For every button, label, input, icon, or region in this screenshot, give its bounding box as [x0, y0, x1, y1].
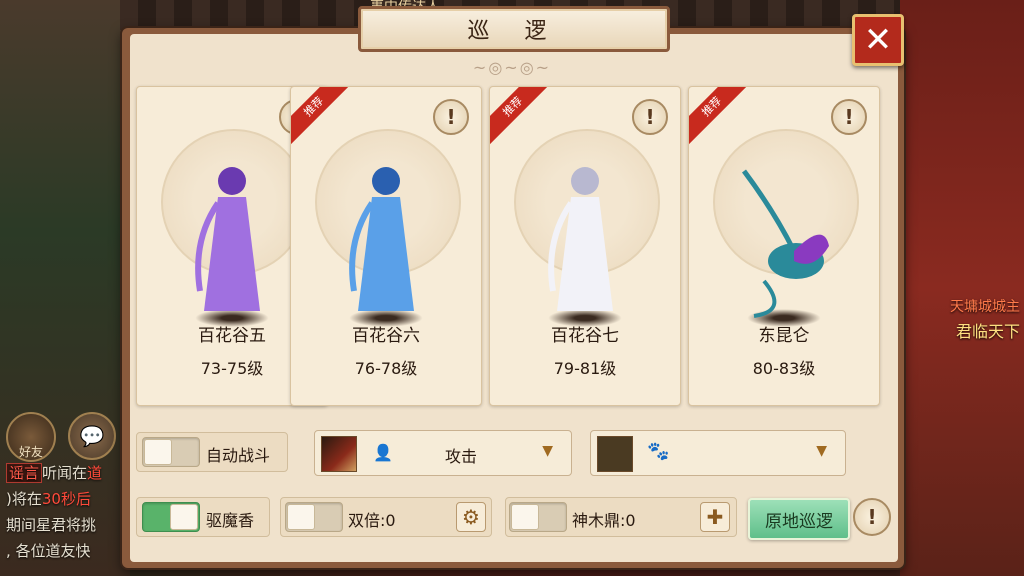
patrol-in-place-button[interactable]: 原地巡逻 [748, 498, 850, 540]
close-button[interactable]: ✕ [852, 14, 904, 66]
double-exp-label: 双倍:0 [348, 511, 396, 530]
fairy-sprite-icon [349, 167, 414, 311]
map-level: 79-81级 [553, 359, 617, 378]
shenmu-ding-label: 神木鼎:0 [572, 511, 636, 530]
card-info-button[interactable]: ! [831, 99, 867, 135]
shenmu-ding-toggle[interactable] [509, 502, 567, 532]
auto-battle-label: 自动战斗 [206, 446, 271, 465]
chevron-down-icon: ▼ [816, 443, 827, 459]
window-title: 巡 逻 [467, 19, 561, 44]
recommend-ribbon: 推荐 [291, 87, 353, 146]
card-info-button[interactable]: ! [433, 99, 469, 135]
auto-battle-toggle[interactable] [142, 437, 200, 467]
recommend-ribbon: 推荐 [689, 87, 751, 146]
fairy-sprite-icon [548, 167, 613, 311]
game-scene-right [900, 0, 1024, 576]
double-exp-toggle[interactable] [285, 502, 343, 532]
patrol-info-button[interactable]: ! [853, 498, 891, 536]
plus-icon[interactable]: ✚ [700, 502, 730, 532]
chat-line-4: , 各位道友快 [6, 542, 91, 560]
friends-label: 好友 [18, 445, 43, 459]
friends-button[interactable]: 好友 [6, 412, 56, 462]
chat-line-2: )将在30秒后 [6, 490, 91, 508]
repel-incense-label: 驱魔香 [206, 511, 255, 530]
window-title-plate: 巡 逻 [358, 6, 670, 52]
skill-dropdown-value: 攻击 [445, 447, 478, 466]
chat-bubble-icon[interactable]: 💬 [68, 412, 116, 460]
fairy-sprite-icon [195, 167, 260, 311]
recommend-ribbon: 推荐 [490, 87, 552, 146]
map-name: 东昆仑 [758, 326, 810, 346]
phoenix-sprite-icon [741, 169, 829, 318]
sword-skill-icon [321, 436, 357, 472]
close-icon: ✕ [863, 20, 893, 60]
map-card-2[interactable]: 推荐 ! 百花谷六 76-78级 [290, 86, 482, 406]
gear-icon[interactable]: ⚙ [456, 502, 486, 532]
npc-title: 天墉城城主 [950, 299, 1020, 315]
chat-line-3: 期间星君将挑 [6, 516, 97, 534]
map-card-3[interactable]: 推荐 ! 百花谷七 79-81级 [489, 86, 681, 406]
map-level: 80-83级 [752, 359, 816, 378]
map-name: 百花谷七 [551, 326, 619, 346]
person-icon: 👤 [373, 443, 393, 462]
npc-name: 君临天下 [955, 322, 1020, 341]
title-swirl-ornament: ~◎~◎~ [472, 58, 552, 77]
chat-tag: 谣言 [6, 463, 43, 483]
pet-dropdown[interactable]: 🐾 ▼ [590, 430, 846, 476]
map-name: 百花谷六 [352, 326, 420, 346]
map-level: 76-78级 [354, 359, 418, 378]
chat-line-1: 谣言 听闻在道 [6, 462, 102, 483]
chevron-down-icon: ▼ [542, 443, 553, 459]
skill-dropdown[interactable]: 👤 攻击 ▼ [314, 430, 572, 476]
pet-slot-icon [597, 436, 633, 472]
card-info-button[interactable]: ! [632, 99, 668, 135]
map-card-4[interactable]: 推荐 ! 东昆仑 80-83级 [688, 86, 880, 406]
paw-icon: 🐾 [647, 441, 670, 462]
repel-incense-toggle[interactable] [142, 502, 200, 532]
